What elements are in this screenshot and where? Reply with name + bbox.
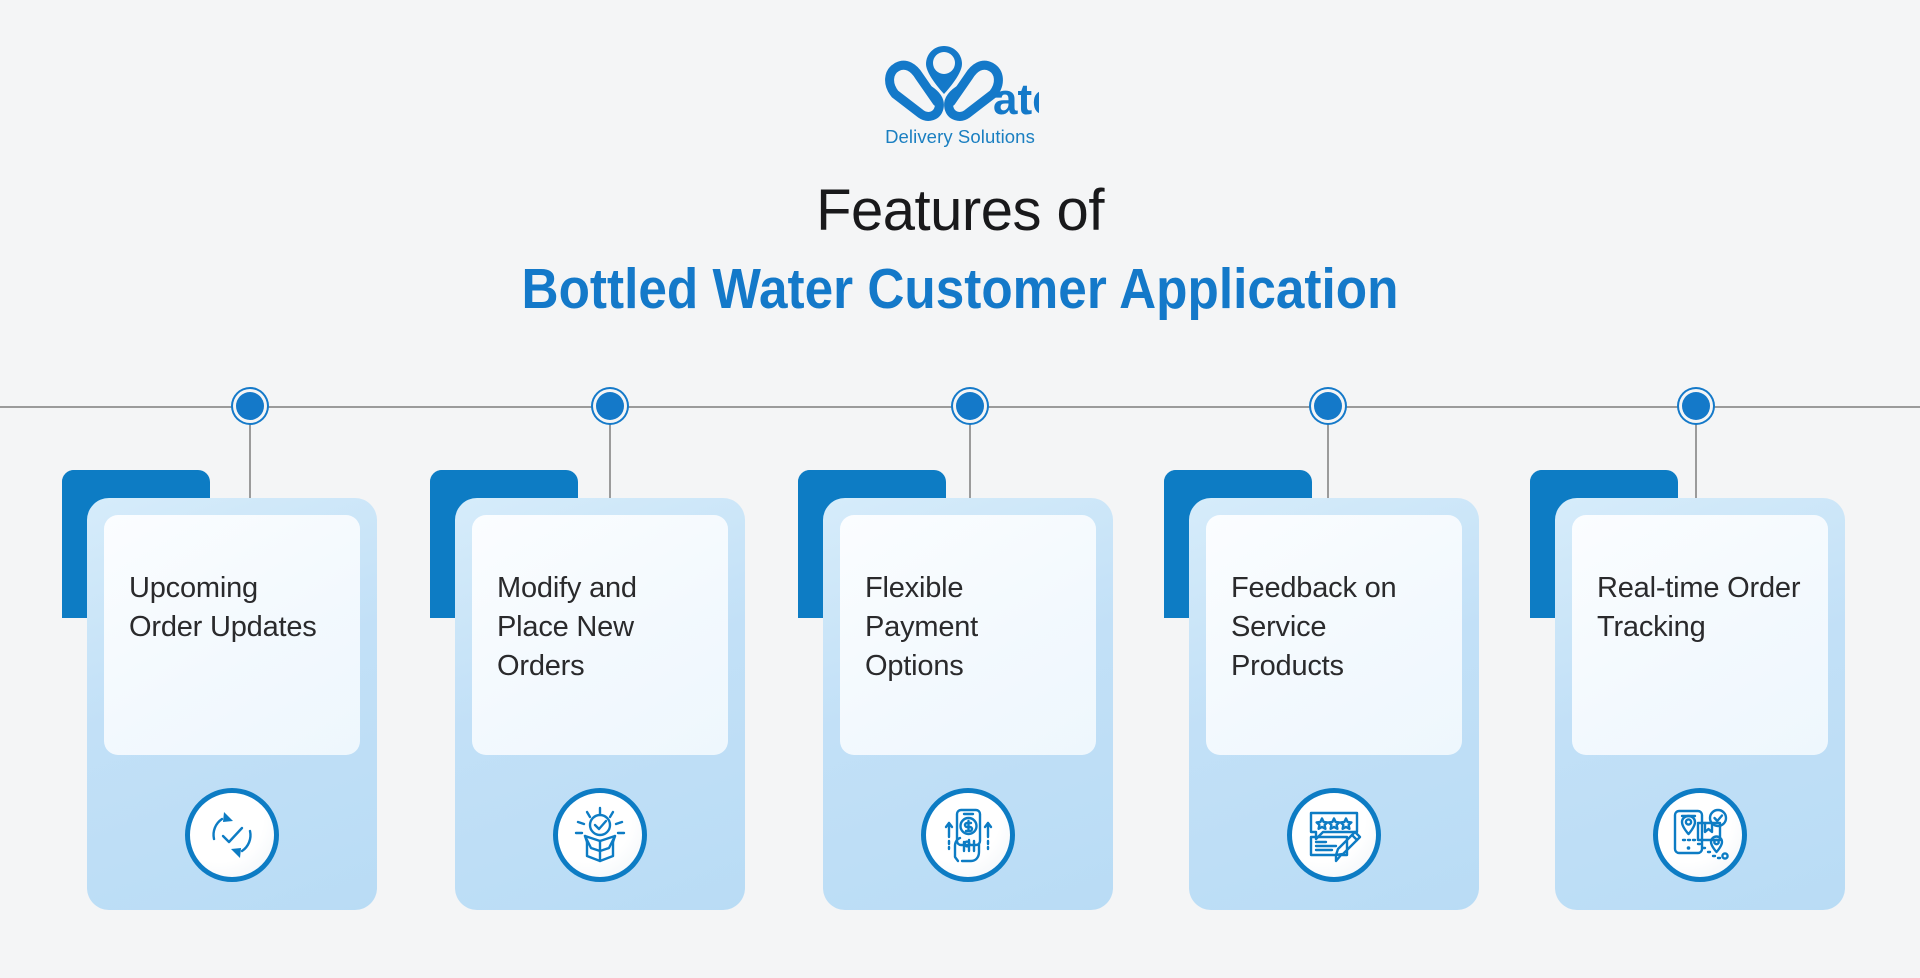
timeline-connector-stem	[969, 420, 971, 502]
card-body: Flexible Payment Options	[823, 498, 1113, 910]
card-body: Real-time Order Tracking	[1555, 498, 1845, 910]
svg-text:ater: ater	[993, 75, 1039, 124]
timeline-connector-stem	[1327, 420, 1329, 502]
card-title: Upcoming Order Updates	[129, 572, 317, 643]
brand-logo: ater Delivery Solutions	[0, 42, 1920, 148]
timeline-node-dot[interactable]	[596, 392, 624, 420]
water-delivery-location-pin-logo-icon: ater	[885, 46, 1039, 124]
timeline-node-dot[interactable]	[1682, 392, 1710, 420]
card-body: Feedback on Service Products	[1189, 498, 1479, 910]
review-stars-pencil-icon	[1287, 788, 1381, 882]
card-text-panel: Real-time Order Tracking	[1572, 515, 1828, 755]
card-text-panel: Flexible Payment Options	[840, 515, 1096, 755]
timeline-connector-stem	[249, 420, 251, 502]
card-title: Modify and Place New Orders	[497, 572, 637, 682]
card-title: Flexible Payment Options	[865, 572, 979, 682]
sync-refresh-check-icon	[185, 788, 279, 882]
hand-phone-dollar-icon	[921, 788, 1015, 882]
card-title: Real-time Order Tracking	[1597, 572, 1801, 643]
timeline-node-dot[interactable]	[956, 392, 984, 420]
page-title: Features of Bottled Water Customer Appli…	[0, 178, 1920, 321]
phone-map-package-tracking-icon	[1653, 788, 1747, 882]
card-text-panel: Modify and Place New Orders	[472, 515, 728, 755]
card-text-panel: Feedback on Service Products	[1206, 515, 1462, 755]
timeline-node-dot[interactable]	[1314, 392, 1342, 420]
open-box-check-icon	[553, 788, 647, 882]
card-text-panel: Upcoming Order Updates	[104, 515, 360, 755]
title-line-1: Features of	[816, 178, 1104, 243]
brand-tagline: Delivery Solutions	[885, 126, 1035, 147]
timeline-node-dot[interactable]	[236, 392, 264, 420]
title-line-2: Bottled Water Customer Application	[521, 256, 1399, 321]
card-body: Modify and Place New Orders	[455, 498, 745, 910]
card-body: Upcoming Order Updates	[87, 498, 377, 910]
infographic-canvas: ater Delivery Solutions Features of Bott…	[0, 0, 1920, 978]
timeline-connector-stem	[609, 420, 611, 502]
timeline-connector-stem	[1695, 420, 1697, 502]
card-title: Feedback on Service Products	[1231, 572, 1397, 682]
